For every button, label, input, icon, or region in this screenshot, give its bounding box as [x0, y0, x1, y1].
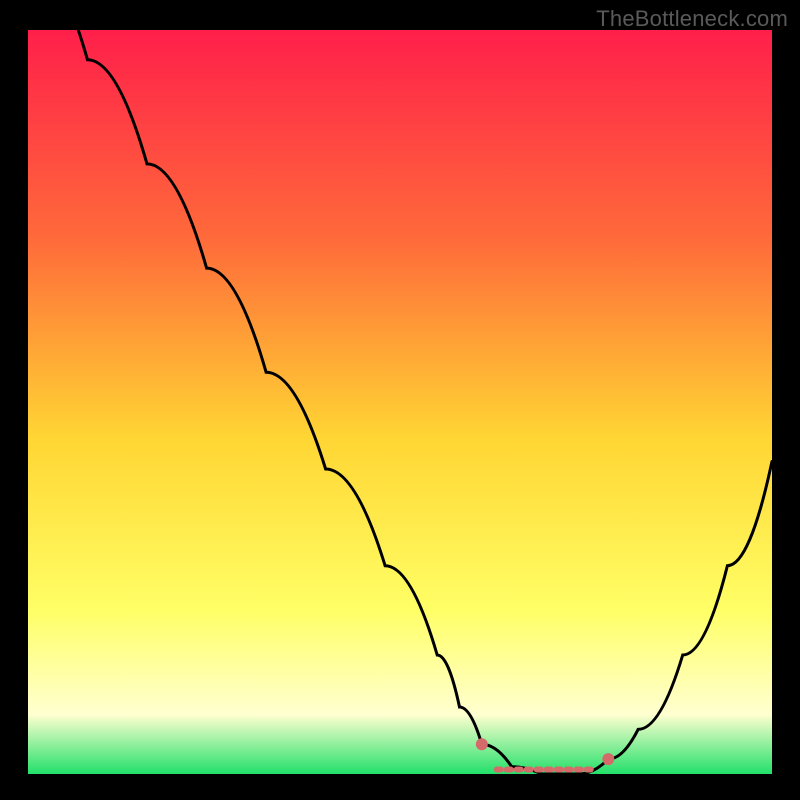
range-marker-1 [602, 753, 614, 765]
bottleneck-plot [28, 30, 772, 774]
watermark-text: TheBottleneck.com [596, 6, 788, 32]
chart-svg [28, 30, 772, 774]
range-marker-0 [476, 738, 488, 750]
chart-frame: TheBottleneck.com [0, 0, 800, 800]
